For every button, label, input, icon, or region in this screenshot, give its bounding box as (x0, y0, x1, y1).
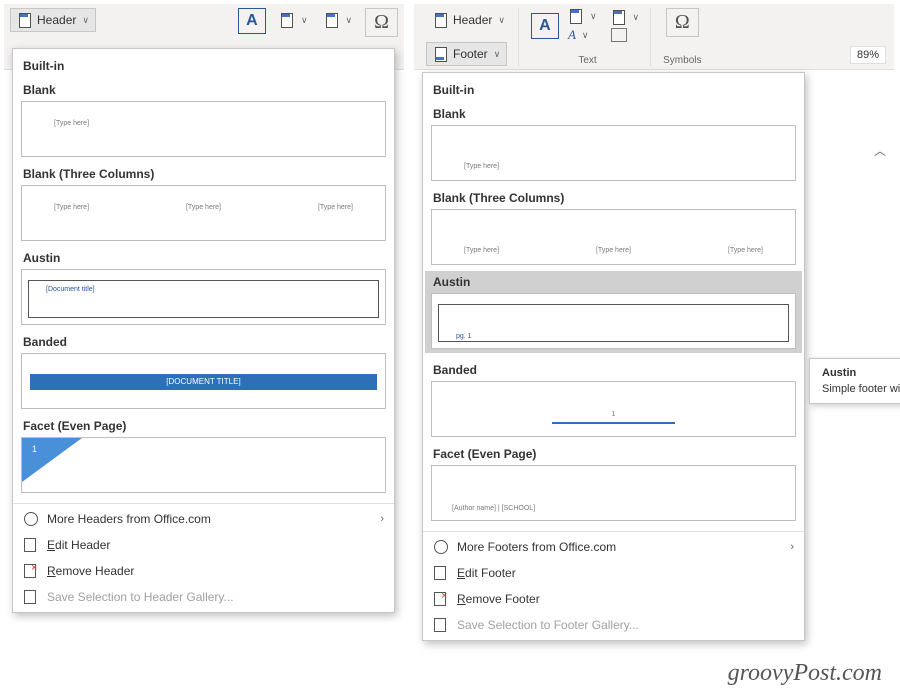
wordart-button[interactable]: ∨ (317, 8, 360, 32)
remove-icon (433, 592, 449, 606)
wordart-icon: A (568, 27, 576, 43)
textbox-icon[interactable]: A (238, 8, 266, 34)
gallery-item-three-columns[interactable]: Blank (Three Columns) [Type here] [Type … (21, 163, 386, 241)
symbols-button[interactable]: Ω (666, 8, 699, 37)
chevron-down-icon: ∨ (82, 15, 89, 26)
thumb-three-columns: [Type here] [Type here] [Type here] (431, 209, 796, 265)
header-gallery-dropdown: Built-in Blank [Type here] Blank (Three … (12, 48, 395, 613)
wordart-icon (324, 13, 340, 27)
gallery-item-facet[interactable]: Facet (Even Page) 1 (21, 415, 386, 493)
save-to-gallery-button: Save Selection to Header Gallery... (13, 584, 394, 610)
more-footers-link[interactable]: More Footers from Office.com › (423, 534, 804, 560)
tooltip-title: Austin (822, 367, 900, 379)
edit-icon (433, 566, 449, 580)
gallery-item-blank-r[interactable]: Blank [Type here] (431, 103, 796, 181)
save-icon (23, 590, 39, 604)
quick-parts-icon (279, 13, 295, 27)
thumb-blank: [Type here] (21, 101, 386, 157)
thumb-facet: 1 (21, 437, 386, 493)
date-icon (611, 28, 627, 42)
gallery-item-banded[interactable]: Banded [DOCUMENT TITLE] (21, 331, 386, 409)
gallery-section-label: Built-in (21, 55, 386, 79)
remove-header-button[interactable]: Remove Header (13, 558, 394, 584)
gallery-scroll[interactable]: Built-in Blank [Type here] Blank (Three … (13, 49, 394, 503)
dropcap-icon (611, 10, 627, 24)
quick-parts-button-r[interactable]: ∨ (563, 8, 602, 24)
wordart-button-r[interactable]: A∨ (563, 26, 602, 44)
dropcap-button[interactable]: ∨ (606, 9, 645, 25)
thumb-banded: 1 (431, 381, 796, 437)
edit-footer-button[interactable]: Edit Footer (423, 560, 804, 586)
gallery-item-austin[interactable]: Austin [Document title] (21, 247, 386, 325)
thumb-austin: pg. 1 (431, 293, 796, 349)
edit-header-button[interactable]: Edit Header (13, 532, 394, 558)
tooltip-desc: Simple footer with a page border (822, 383, 900, 395)
remove-icon (23, 564, 39, 578)
save-icon (433, 618, 449, 632)
quick-parts-icon (568, 9, 584, 23)
chevron-right-icon: › (790, 541, 794, 553)
chevron-down-icon: ∨ (494, 49, 501, 60)
gallery-footer-menu: More Headers from Office.com › Edit Head… (13, 503, 394, 612)
gallery-footer-menu-r: More Footers from Office.com › Edit Foot… (423, 531, 804, 640)
save-to-gallery-button-r: Save Selection to Footer Gallery... (423, 612, 804, 638)
date-time-button[interactable] (606, 27, 645, 43)
gallery-item-blank[interactable]: Blank [Type here] (21, 79, 386, 157)
thumb-banded: [DOCUMENT TITLE] (21, 353, 386, 409)
gallery-item-austin-r[interactable]: Austin pg. 1 (425, 271, 802, 353)
omega-icon: Ω (675, 11, 690, 34)
gallery-item-facet-r[interactable]: Facet (Even Page) [Author name] | [SCHOO… (431, 443, 796, 521)
globe-icon (433, 540, 449, 554)
tooltip-austin: Austin Simple footer with a page border (809, 358, 900, 404)
header-dropdown-button-r[interactable]: Header ∨ (426, 8, 512, 32)
edit-icon (23, 538, 39, 552)
watermark: groovyPost.com (728, 660, 882, 687)
chevron-right-icon: › (380, 513, 384, 525)
header-dropdown-button[interactable]: Header ∨ (10, 8, 96, 32)
thumb-austin: [Document title] (21, 269, 386, 325)
more-headers-link[interactable]: More Headers from Office.com › (13, 506, 394, 532)
footer-gallery-dropdown: Built-in Blank [Type here] Blank (Three … (422, 72, 805, 641)
thumb-blank: [Type here] (431, 125, 796, 181)
thumb-three-columns: [Type here] [Type here] [Type here] (21, 185, 386, 241)
group-label-text: Text (578, 55, 596, 66)
symbol-button[interactable]: Ω (365, 8, 398, 37)
ribbon-right: Header ∨ Footer ∨ A ∨ A∨ ∨ (414, 4, 894, 70)
omega-icon: Ω (374, 11, 389, 34)
quick-parts-button[interactable]: ∨ (272, 8, 315, 32)
header-button-label: Header (37, 13, 76, 27)
remove-footer-button[interactable]: Remove Footer (423, 586, 804, 612)
group-label-symbols: Symbols (663, 55, 701, 66)
textbox-icon[interactable]: A (531, 13, 559, 39)
pane-header-gallery: Header ∨ A ∨ ∨ Ω Built-in Blank (4, 4, 404, 70)
collapse-ribbon-icon[interactable]: ︿ (874, 142, 886, 159)
gallery-section-label: Built-in (431, 79, 796, 103)
gallery-item-banded-r[interactable]: Banded 1 (431, 359, 796, 437)
thumb-facet: [Author name] | [SCHOOL] (431, 465, 796, 521)
gallery-scroll-r[interactable]: Built-in Blank [Type here] Blank (Three … (423, 73, 804, 531)
header-icon (17, 13, 33, 27)
footer-dropdown-button[interactable]: Footer ∨ (426, 42, 507, 66)
footer-icon (433, 47, 449, 61)
zoom-level[interactable]: 89% (850, 46, 886, 64)
chevron-down-icon: ∨ (498, 15, 505, 26)
header-icon (433, 13, 449, 27)
gallery-item-three-columns-r[interactable]: Blank (Three Columns) [Type here] [Type … (431, 187, 796, 265)
globe-icon (23, 512, 39, 526)
pane-footer-gallery: Header ∨ Footer ∨ A ∨ A∨ ∨ (414, 4, 894, 70)
